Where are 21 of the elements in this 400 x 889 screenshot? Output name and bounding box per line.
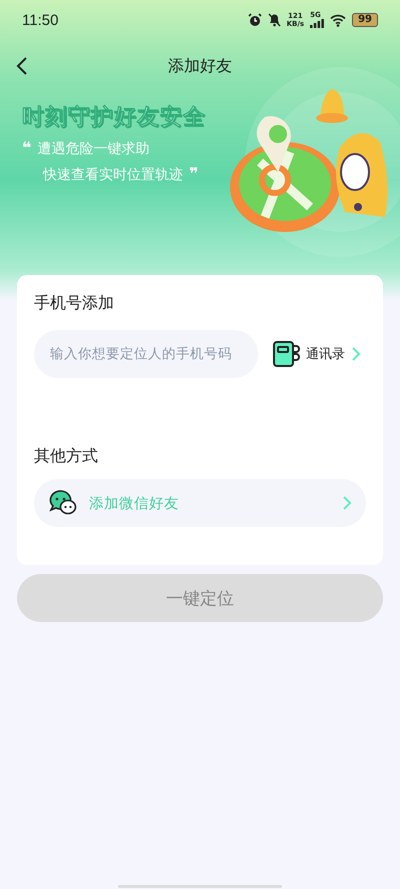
- banner-line: 遭遇危险一键求助: [37, 140, 150, 158]
- section-title: 其他方式: [34, 446, 99, 467]
- wifi-icon: [330, 14, 346, 26]
- open-quote-mark: ❝: [22, 140, 32, 156]
- phone-input-field[interactable]: 输入你想要定位人的手机号码: [34, 330, 258, 378]
- section-title: 手机号添加: [34, 293, 115, 314]
- wechat-friend-option[interactable]: 添加微信好友: [34, 479, 366, 527]
- banner-headline: 时刻守护好友安全: [22, 104, 206, 132]
- signal-icon: [310, 19, 324, 28]
- contacts-link[interactable]: 通讯录: [272, 340, 361, 368]
- page-title: 添加好友: [168, 56, 232, 74]
- close-quote-mark: ❞: [189, 166, 198, 182]
- status-time: 11:50: [22, 12, 60, 28]
- address-book-icon: [272, 340, 300, 368]
- chevron-right-icon: [351, 346, 361, 362]
- banner-line: 快速查看实时位置轨迹: [43, 166, 183, 184]
- chevron-right-icon: [342, 495, 352, 511]
- alarm-icon: [248, 13, 262, 27]
- battery-indicator: 99: [352, 13, 378, 27]
- chat-bubbles-icon: [49, 490, 77, 516]
- muted-bell-icon: [268, 13, 281, 27]
